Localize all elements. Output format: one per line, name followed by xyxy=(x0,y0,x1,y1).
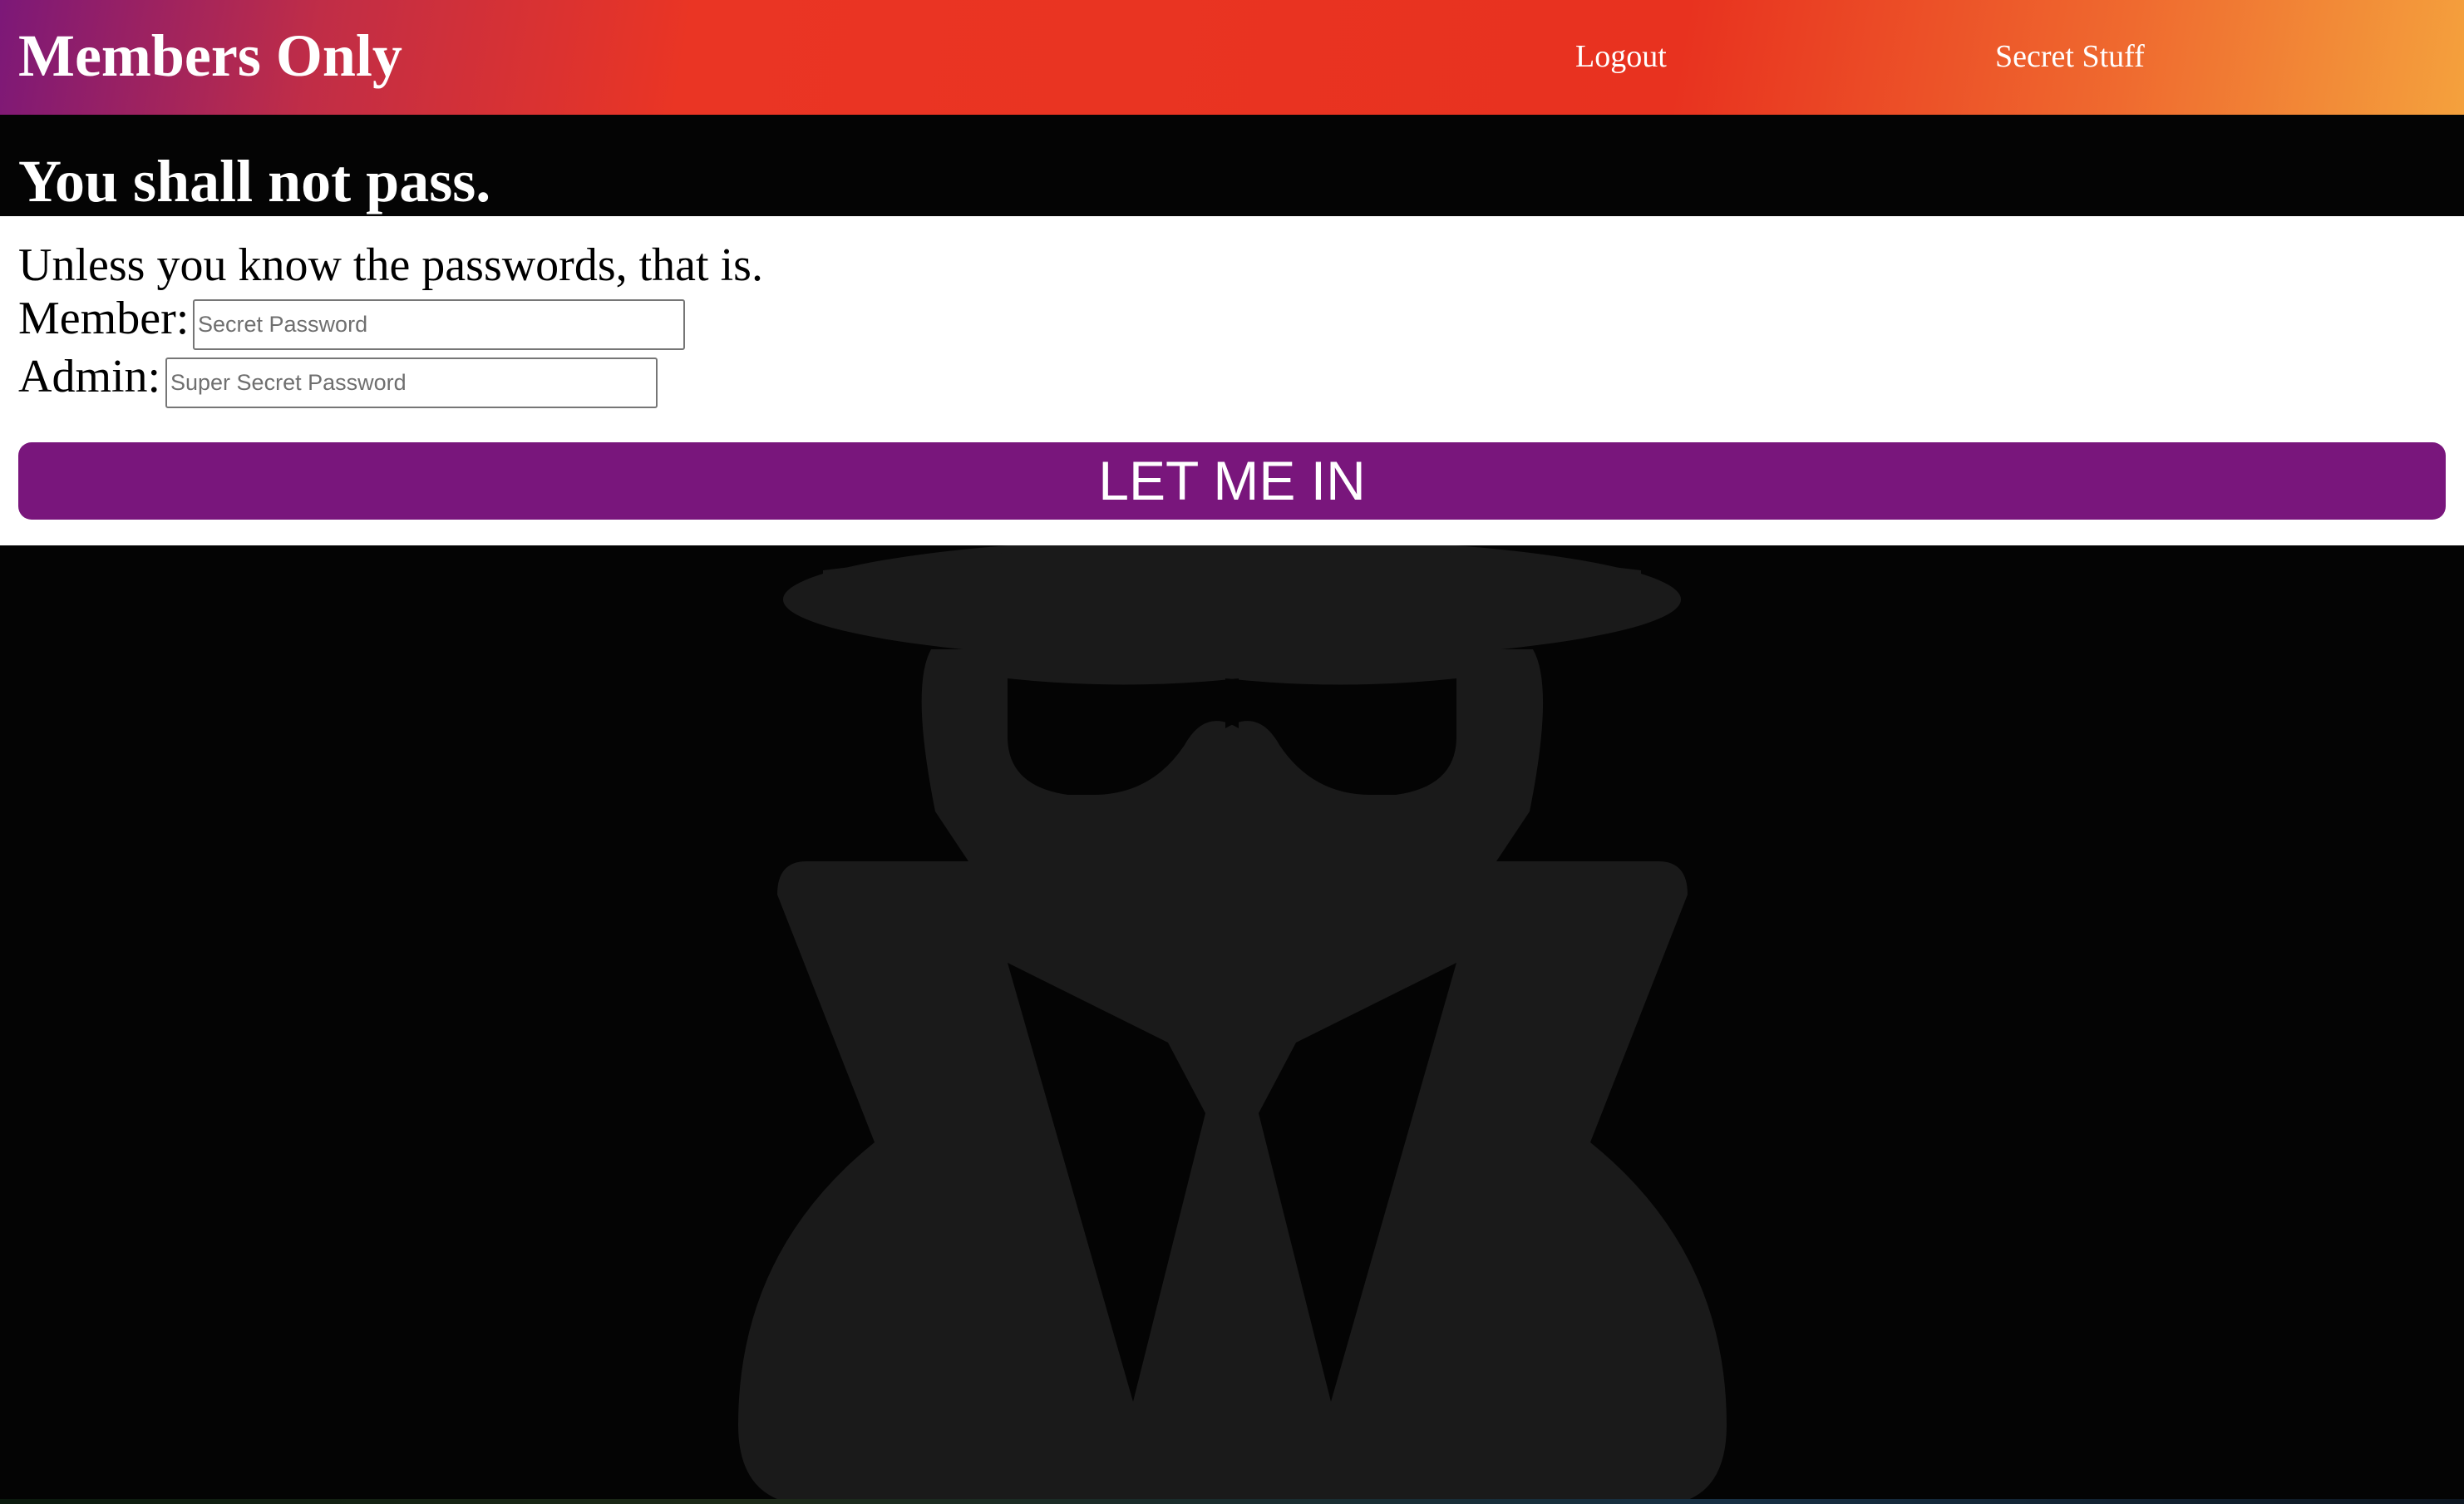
user-secret-icon xyxy=(738,545,1727,1504)
site-brand[interactable]: Members Only xyxy=(18,18,402,93)
logout-link[interactable]: Logout xyxy=(1575,35,1667,78)
secret-stuff-link[interactable]: Secret Stuff xyxy=(1995,35,2145,78)
spy-illustration-area xyxy=(0,545,2464,1504)
bottom-edge-strip xyxy=(0,1499,2464,1504)
member-password-input[interactable] xyxy=(193,299,685,350)
page-title: You shall not pass. xyxy=(18,148,491,215)
admin-password-label: Admin: xyxy=(18,351,161,402)
page-subtitle: Unless you know the passwords, that is. xyxy=(18,239,763,291)
page-heading-band: You shall not pass. xyxy=(0,115,2464,216)
top-navbar: Members Only Logout Secret Stuff xyxy=(0,0,2464,115)
member-password-label: Member: xyxy=(18,293,190,344)
login-form: Unless you know the passwords, that is. … xyxy=(0,216,2464,545)
let-me-in-button[interactable]: LET ME IN xyxy=(18,442,2446,520)
admin-password-input[interactable] xyxy=(165,358,658,408)
